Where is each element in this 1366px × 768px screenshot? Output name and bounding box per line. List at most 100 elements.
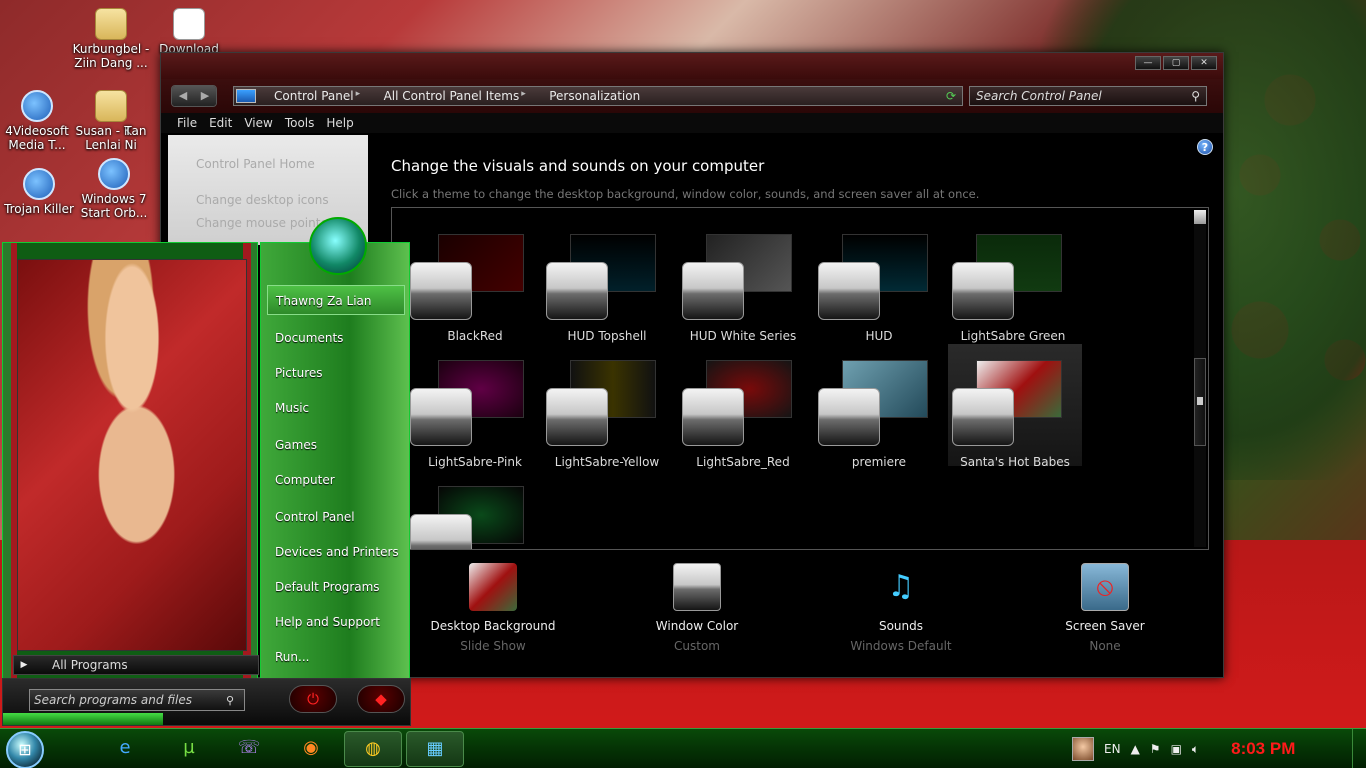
start-item-games[interactable]: Games <box>267 430 405 460</box>
menu-file[interactable]: File <box>171 116 203 130</box>
taskbar-viber[interactable]: ☏ <box>220 731 278 767</box>
theme-color-swatch <box>818 388 880 446</box>
theme-hud[interactable]: HUD <box>814 224 944 343</box>
clock[interactable]: 8:03 PM <box>1231 739 1295 759</box>
search-control-panel-input[interactable]: Search Control Panel ⚲ <box>969 86 1207 106</box>
volume-icon[interactable]: 🔈︎ <box>1192 742 1199 757</box>
user-avatar-tray-icon[interactable] <box>1072 737 1094 761</box>
theme-lightsabre-pink[interactable]: LightSabre-Pink <box>410 350 540 469</box>
start-item-control-panel[interactable]: Control Panel <box>267 502 405 532</box>
navigation-bar: ◀ ▶ Control Panel All Control Panel Item… <box>161 79 1223 113</box>
desktop-icon-win7-orb[interactable]: Windows 7 Start Orb... <box>75 158 153 220</box>
refresh-icon[interactable]: ⟳ <box>946 89 956 103</box>
taskbar-internet-explorer[interactable]: e <box>96 731 154 767</box>
theme-hud-topshell[interactable]: HUD Topshell <box>542 224 672 343</box>
breadcrumb-personalization[interactable]: Personalization <box>521 89 658 103</box>
taskbar-control-panel[interactable]: ▦ <box>406 731 464 767</box>
power-icon: ⏻ <box>307 690 319 708</box>
scroll-thumb[interactable] <box>1194 358 1206 446</box>
taskbar: ⊞ e µ ☏ ◉ ◍ ▦ EN ▲ ⚑ ▣ 🔈︎ 8:03 PM <box>0 728 1366 768</box>
start-item-documents[interactable]: Documents <box>267 323 405 353</box>
theme-color-swatch <box>410 262 472 320</box>
theme-blackred[interactable]: BlackRed <box>410 224 540 343</box>
breadcrumb-all-items[interactable]: All Control Panel Items <box>356 89 538 103</box>
screen-saver-setting[interactable]: ⦸ Screen Saver None <box>1025 563 1185 653</box>
page-subtitle: Click a theme to change the desktop back… <box>391 187 980 201</box>
menu-help[interactable]: Help <box>320 116 359 130</box>
menu-bar: File Edit View Tools Help <box>161 113 1223 133</box>
help-icon[interactable]: ? <box>1197 139 1213 155</box>
desktop-icon-download[interactable]: Download <box>150 8 228 56</box>
show-desktop-button[interactable] <box>1352 729 1366 768</box>
theme-santas-hot-babes[interactable]: Santa's Hot Babes <box>948 344 1082 469</box>
firefox-icon: ◉ <box>303 737 319 758</box>
theme-color-swatch <box>410 388 472 446</box>
show-hidden-icons-button[interactable]: ▲ <box>1131 742 1140 756</box>
address-bar[interactable]: Control Panel All Control Panel Items Pe… <box>233 86 963 106</box>
start-item-help-support[interactable]: Help and Support <box>267 607 405 637</box>
minimize-button[interactable]: — <box>1135 56 1161 70</box>
theme-list-scrollbar[interactable] <box>1194 210 1206 547</box>
utorrent-icon: µ <box>183 737 195 758</box>
search-icon: ⚲ <box>226 693 235 707</box>
language-indicator[interactable]: EN <box>1104 742 1121 756</box>
flag-icon[interactable]: ⚑ <box>1150 742 1161 756</box>
shutdown-options-button[interactable]: ◆ <box>357 685 405 713</box>
theme-list[interactable]: BlackRed HUD Topshell HUD White Series H… <box>391 207 1209 550</box>
desktop-icon-t[interactable]: T <box>118 124 138 138</box>
page-title: Change the visuals and sounds on your co… <box>391 157 765 175</box>
close-button[interactable]: ✕ <box>1191 56 1217 70</box>
theme-color-swatch <box>410 514 472 549</box>
start-item-music[interactable]: Music <box>267 393 405 423</box>
scroll-up-button[interactable] <box>1194 210 1206 224</box>
control-panel-home-link[interactable]: Control Panel Home <box>196 153 340 176</box>
theme-hud-white-series[interactable]: HUD White Series <box>678 224 808 343</box>
desktop-icon-4videosoft[interactable]: 4Videosoft Media T... <box>0 90 76 152</box>
windows-logo-icon: ⊞ <box>18 740 32 759</box>
theme-premiere[interactable]: premiere <box>814 350 944 469</box>
start-item-devices-printers[interactable]: Devices and Printers <box>267 537 405 567</box>
window-color-setting[interactable]: Window Color Custom <box>617 563 777 653</box>
back-button[interactable]: ◀ <box>172 86 194 106</box>
internet-explorer-icon: e <box>119 737 131 758</box>
menu-tools[interactable]: Tools <box>279 116 321 130</box>
maximize-button[interactable]: ▢ <box>1163 56 1189 70</box>
start-item-pictures[interactable]: Pictures <box>267 358 405 388</box>
start-item-default-programs[interactable]: Default Programs <box>267 572 405 602</box>
green-glow <box>3 713 163 725</box>
desktop-icon-kurbungbel[interactable]: Kurbungbel - Ziin Dang ... <box>72 8 150 70</box>
user-avatar-icon[interactable] <box>309 217 367 275</box>
change-desktop-icons-link[interactable]: Change desktop icons <box>196 189 340 212</box>
theme-color-swatch <box>952 262 1014 320</box>
theme-color-swatch <box>682 262 744 320</box>
theme-color-swatch <box>546 262 608 320</box>
menu-view[interactable]: View <box>238 116 278 130</box>
start-user-name[interactable]: Thawng Za Lian <box>267 285 405 315</box>
theme-lightsabre-green[interactable]: LightSabre Green <box>948 224 1078 343</box>
desktop-icon-susan[interactable]: Susan - Kan Lenlai Ni <box>72 90 150 152</box>
start-button[interactable]: ⊞ <box>6 731 44 768</box>
viber-icon: ☏ <box>237 737 261 758</box>
menu-edit[interactable]: Edit <box>203 116 238 130</box>
start-item-run[interactable]: Run... <box>267 642 405 672</box>
taskbar-chrome[interactable]: ◍ <box>344 731 402 767</box>
desktop-background-setting[interactable]: Desktop Background Slide Show <box>413 563 573 653</box>
theme-lightsabre-red[interactable]: LightSabre_Red <box>678 350 808 469</box>
network-icon[interactable]: ▣ <box>1171 742 1182 756</box>
forward-button[interactable]: ▶ <box>194 86 216 106</box>
theme-settings-bar: Desktop Background Slide Show Window Col… <box>391 563 1211 663</box>
taskbar-firefox[interactable]: ◉ <box>282 731 340 767</box>
start-menu[interactable]: ▶ All Programs Thawng Za Lian Documents … <box>0 217 411 728</box>
start-item-computer[interactable]: Computer <box>267 465 405 495</box>
desktop-icon-trojan-killer[interactable]: Trojan Killer <box>0 168 78 216</box>
sounds-setting[interactable]: ♫ Sounds Windows Default <box>821 563 981 653</box>
all-programs-button[interactable]: ▶ All Programs <box>13 655 259 675</box>
window-titlebar[interactable]: — ▢ ✕ <box>161 53 1223 79</box>
taskbar-utorrent[interactable]: µ <box>160 731 218 767</box>
theme-lightsabre-yellow[interactable]: LightSabre-Yellow <box>542 350 672 469</box>
theme-unnamed-green[interactable] <box>410 476 540 549</box>
window-color-icon <box>673 563 721 611</box>
shutdown-button[interactable]: ⏻ <box>289 685 337 713</box>
sounds-icon: ♫ <box>887 569 915 604</box>
search-programs-input[interactable]: Search programs and files ⚲ <box>29 689 245 711</box>
